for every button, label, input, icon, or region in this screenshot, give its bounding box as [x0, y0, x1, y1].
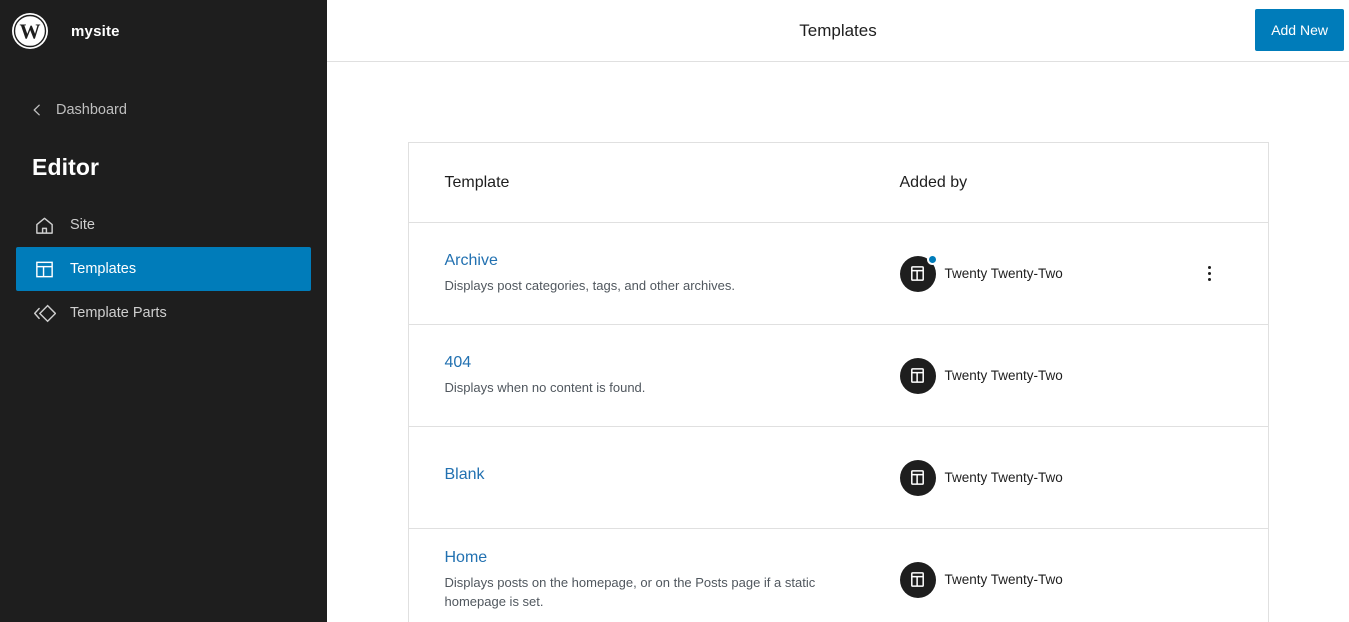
- sidebar-item-label: Site: [70, 217, 95, 233]
- sidebar: W mysite Dashboard Editor Site Templates…: [0, 0, 327, 622]
- layout-icon: [32, 257, 56, 281]
- template-glyph-icon: [899, 357, 936, 394]
- cell-template: Home Displays posts on the homepage, or …: [445, 549, 900, 611]
- main-area: Templates Add New Template Added by Arch…: [327, 0, 1349, 622]
- home-icon: [32, 213, 56, 237]
- table-header-row: Template Added by: [408, 143, 1268, 223]
- cell-template: 404 Displays when no content is found.: [445, 354, 900, 397]
- column-header-added-by: Added by: [899, 173, 968, 191]
- template-link[interactable]: Home: [445, 549, 900, 567]
- dashboard-back-link[interactable]: Dashboard: [0, 93, 327, 127]
- sidebar-item-templates[interactable]: Templates: [16, 247, 311, 291]
- dashboard-back-label: Dashboard: [56, 102, 127, 118]
- template-description: Displays post categories, tags, and othe…: [444, 278, 735, 293]
- template-link[interactable]: 404: [445, 354, 900, 372]
- template-link[interactable]: Archive: [445, 252, 900, 270]
- cell-added-by: Twenty Twenty-Two: [899, 253, 1232, 292]
- wordpress-logo-icon: W: [12, 13, 48, 49]
- template-parts-icon: [32, 301, 56, 325]
- svg-text:W: W: [20, 20, 41, 44]
- theme-name: Twenty Twenty-Two: [944, 470, 1063, 485]
- page-title: Templates: [799, 20, 877, 40]
- cell-template: Blank: [445, 466, 900, 490]
- template-glyph-icon: [899, 561, 936, 598]
- column-header-template: Template: [444, 173, 510, 191]
- update-badge-dot: [926, 253, 938, 265]
- sidebar-section-title: Editor: [32, 154, 100, 180]
- site-name: mysite: [71, 22, 120, 40]
- table-row[interactable]: Home Displays posts on the homepage, or …: [409, 529, 1268, 622]
- template-glyph-icon: [899, 459, 936, 496]
- template-description: Displays posts on the homepage, or on th…: [444, 574, 816, 609]
- theme-avatar: [899, 357, 936, 394]
- table-row[interactable]: 404 Displays when no content is found. T…: [408, 325, 1268, 427]
- theme-name: Twenty Twenty-Two: [944, 368, 1063, 383]
- theme-name: Twenty Twenty-Two: [944, 572, 1063, 587]
- template-link[interactable]: Blank: [445, 466, 900, 484]
- templates-table: Template Added by Archive Displays post …: [407, 142, 1269, 622]
- sidebar-item-site[interactable]: Site: [16, 203, 311, 247]
- sidebar-brand[interactable]: W mysite: [0, 0, 327, 62]
- table-row[interactable]: Archive Displays post categories, tags, …: [408, 223, 1268, 325]
- sidebar-item-label: Template Parts: [70, 305, 167, 321]
- row-actions-menu-icon[interactable]: [1198, 262, 1222, 286]
- sidebar-item-label: Templates: [70, 261, 137, 277]
- theme-name: Twenty Twenty-Two: [944, 266, 1063, 281]
- theme-avatar: [899, 253, 938, 292]
- add-new-button[interactable]: Add New: [1255, 9, 1344, 51]
- table-row[interactable]: Blank Twenty Twenty-Two: [408, 427, 1268, 529]
- top-bar: Templates Add New: [327, 0, 1349, 62]
- theme-avatar: [899, 459, 936, 496]
- chevron-left-icon: [30, 103, 44, 117]
- cell-added-by: Twenty Twenty-Two: [899, 561, 1232, 598]
- sidebar-nav: Site Templates Template Parts: [0, 203, 327, 335]
- cell-template: Archive Displays post categories, tags, …: [445, 252, 900, 295]
- app-root: W mysite Dashboard Editor Site Templates…: [0, 0, 1349, 622]
- template-description: Displays when no content is found.: [444, 380, 646, 395]
- theme-avatar: [899, 561, 936, 598]
- sidebar-item-template-parts[interactable]: Template Parts: [16, 291, 311, 335]
- content-area: Template Added by Archive Displays post …: [327, 62, 1349, 622]
- cell-added-by: Twenty Twenty-Two: [899, 459, 1232, 496]
- cell-added-by: Twenty Twenty-Two: [899, 357, 1232, 394]
